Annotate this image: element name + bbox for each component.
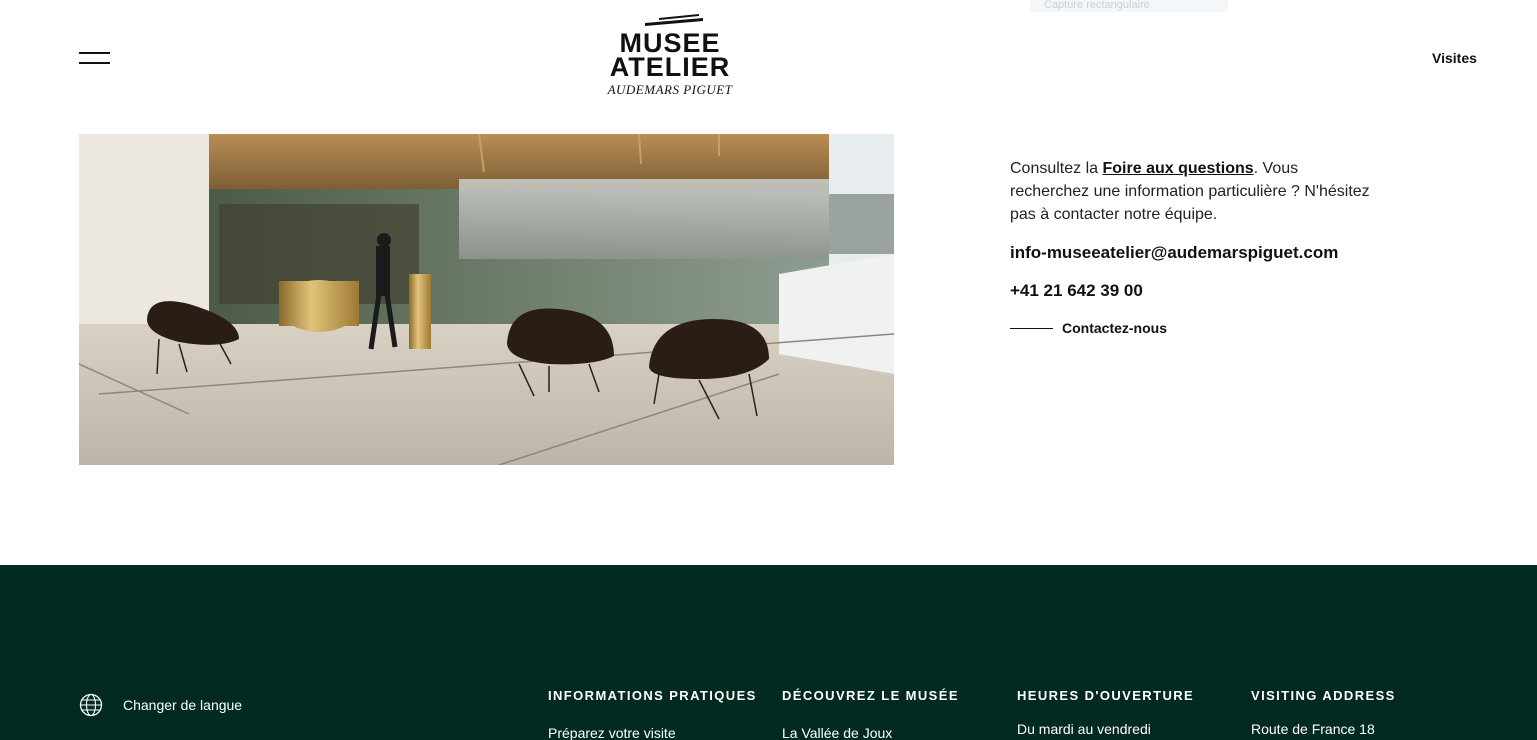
footer-column-discover-museum: DÉCOUVREZ LE MUSÉE La Vallée de Joux xyxy=(782,688,1002,740)
footer-column-opening-hours: HEURES D'OUVERTURE Du mardi au vendredi xyxy=(1017,688,1237,737)
language-switcher[interactable]: Changer de langue xyxy=(79,693,242,717)
footer-heading: HEURES D'OUVERTURE xyxy=(1017,688,1195,703)
menu-button[interactable] xyxy=(79,52,110,66)
faq-paragraph: Consultez la Foire aux questions. Vous r… xyxy=(1010,157,1370,226)
faq-text-before: Consultez la xyxy=(1010,160,1103,177)
site-footer: Changer de langue INFORMATIONS PRATIQUES… xyxy=(0,565,1537,740)
footer-heading: INFORMATIONS PRATIQUES xyxy=(548,688,757,703)
logo-line-2: ATELIER xyxy=(609,52,731,82)
footer-column-practical-info: INFORMATIONS PRATIQUES Préparez votre vi… xyxy=(548,688,768,740)
phone-link[interactable]: +41 21 642 39 00 xyxy=(1010,281,1370,301)
site-logo[interactable]: MUSEE ATELIER AUDEMARS PIGUET xyxy=(600,12,740,100)
contact-us-label: Contactez-nous xyxy=(1062,320,1167,336)
capture-tooltip: Capture rectangulaire xyxy=(1030,0,1228,12)
contact-section: Consultez la Foire aux questions. Vous r… xyxy=(1010,157,1370,336)
hamburger-icon-bar xyxy=(79,62,110,64)
footer-link-prepare-visit[interactable]: Préparez votre visite xyxy=(548,725,768,740)
faq-link[interactable]: Foire aux questions xyxy=(1103,160,1254,177)
footer-address-text: Route de France 18 xyxy=(1251,721,1375,737)
logo-mark-icon xyxy=(645,14,703,26)
footer-heading: DÉCOUVREZ LE MUSÉE xyxy=(782,688,959,703)
contact-line-decoration xyxy=(1010,327,1053,329)
footer-column-visiting-address: VISITING ADDRESS Route de France 18 xyxy=(1251,688,1471,737)
email-link[interactable]: info-museeatelier@audemarspiguet.com xyxy=(1010,243,1370,263)
language-label: Changer de langue xyxy=(123,697,243,713)
hamburger-icon xyxy=(79,52,110,54)
globe-icon xyxy=(79,693,103,717)
museum-lobby-photo xyxy=(79,134,894,465)
logo-line-3: AUDEMARS PIGUET xyxy=(607,82,733,97)
contact-us-link[interactable]: Contactez-nous xyxy=(1010,320,1370,336)
footer-link-vallee-de-joux[interactable]: La Vallée de Joux xyxy=(782,725,1002,740)
footer-heading: VISITING ADDRESS xyxy=(1251,688,1396,703)
footer-hours-text: Du mardi au vendredi xyxy=(1017,721,1151,737)
nav-visits-link[interactable]: Visites xyxy=(1432,50,1477,66)
